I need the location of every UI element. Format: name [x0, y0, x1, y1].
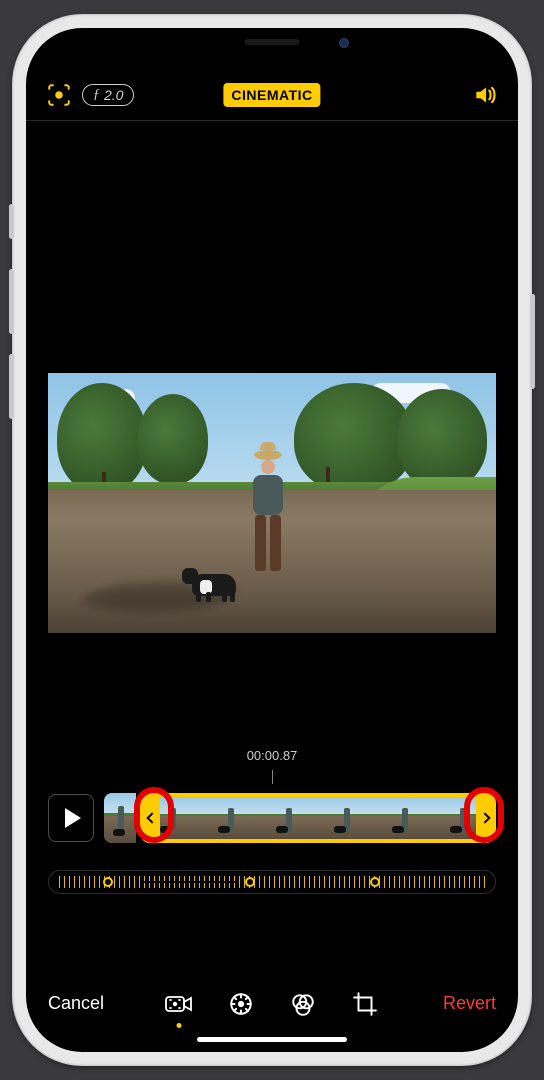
revert-button[interactable]: Revert: [443, 993, 496, 1014]
volume-up-button: [9, 269, 14, 334]
focus-keyframe[interactable]: [370, 877, 380, 887]
tool-tabs: [165, 990, 379, 1018]
notch: [167, 28, 377, 58]
header-left-group: ƒ 2.0: [46, 82, 134, 108]
cancel-button[interactable]: Cancel: [48, 993, 104, 1014]
filmstrip-thumbnail[interactable]: [260, 797, 318, 839]
leading-thumbnail: [104, 793, 136, 843]
filmstrip[interactable]: [104, 793, 496, 843]
timeline-row: [48, 790, 496, 846]
focus-keyframe[interactable]: [245, 877, 255, 887]
timestamp-label: 00:00.87: [26, 748, 518, 763]
header-right-group: [472, 82, 498, 108]
power-button: [530, 294, 535, 389]
active-tab-indicator: [177, 1023, 182, 1028]
tab-filters[interactable]: [289, 990, 317, 1018]
screen: ƒ 2.0 CINEMATIC: [26, 28, 518, 1052]
volume-down-button: [9, 354, 14, 419]
home-indicator[interactable]: [197, 1037, 347, 1042]
mode-badge[interactable]: CINEMATIC: [223, 83, 320, 107]
chevron-left-icon: [146, 812, 157, 823]
trim-handle-left[interactable]: [140, 797, 160, 839]
play-icon: [65, 808, 81, 828]
mute-switch: [9, 204, 14, 239]
editor-footer: Cancel: [26, 981, 518, 1022]
phone-frame: ƒ 2.0 CINEMATIC: [12, 14, 532, 1066]
focus-keyframe[interactable]: [103, 877, 113, 887]
front-camera: [339, 38, 349, 48]
fstop-button[interactable]: ƒ 2.0: [82, 84, 134, 106]
filmstrip-thumbnail[interactable]: [376, 797, 434, 839]
fstop-value: 2.0: [104, 87, 123, 103]
trim-handle-right[interactable]: [476, 797, 496, 839]
tab-video[interactable]: [165, 990, 193, 1018]
video-preview[interactable]: [48, 373, 496, 633]
subject-dog: [182, 560, 252, 602]
volume-icon[interactable]: [472, 82, 498, 108]
playhead-tick: [272, 770, 273, 784]
trim-region[interactable]: [140, 793, 496, 843]
tab-adjust[interactable]: [227, 990, 255, 1018]
depth-toggle-icon[interactable]: [46, 82, 72, 108]
play-button[interactable]: [48, 794, 94, 842]
tab-crop[interactable]: [351, 990, 379, 1018]
editor-header: ƒ 2.0 CINEMATIC: [26, 76, 518, 121]
filmstrip-thumbnail[interactable]: [202, 797, 260, 839]
speaker-grille: [245, 39, 300, 45]
chevron-right-icon: [479, 812, 490, 823]
focus-keyframe-track[interactable]: [48, 870, 496, 894]
filmstrip-thumbnail[interactable]: [318, 797, 376, 839]
fstop-prefix: ƒ: [93, 87, 100, 103]
